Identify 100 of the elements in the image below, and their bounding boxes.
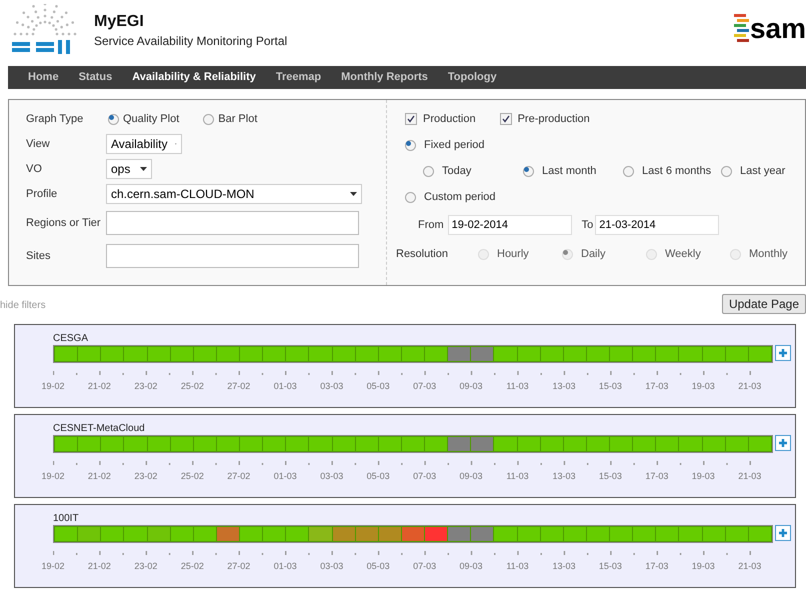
axis-label: 15-03: [598, 380, 622, 393]
view-dropdown[interactable]: Availability: [106, 134, 182, 154]
axis-label: 21-03: [738, 380, 762, 393]
plus-icon: [778, 348, 788, 358]
brand-text: sam: [750, 15, 806, 43]
axis-label: 25-02: [180, 380, 204, 393]
axis-label: 25-02: [180, 560, 204, 573]
radio-button[interactable]: [108, 114, 119, 124]
axis-label: 13-03: [552, 560, 576, 573]
checkbox-label: Production: [423, 112, 476, 127]
axis-label: 17-03: [645, 560, 668, 573]
radio-label: Hourly: [497, 246, 529, 262]
field-label: View: [26, 136, 51, 152]
regions-input-field[interactable]: [106, 211, 359, 235]
axis-label: 11-03: [506, 470, 529, 483]
axis-label: 19-03: [692, 560, 715, 573]
axis-label: 21-02: [88, 560, 111, 573]
field-label: VO: [26, 162, 43, 177]
axis-label: 17-03: [645, 470, 668, 483]
checkmark-icon: [407, 115, 415, 123]
caret-icon: [140, 167, 147, 171]
axis-label: 15-03: [598, 560, 622, 573]
radio-label: Daily: [581, 246, 606, 262]
axis-label: 09-03: [460, 470, 483, 483]
radio-label: Fixed period: [424, 138, 485, 153]
axis-label: 21-03: [738, 560, 762, 573]
radio-label: Bar Plot: [218, 112, 258, 127]
nav-tab[interactable]: Monthly Reports: [341, 69, 428, 86]
checkbox[interactable]: [405, 113, 417, 125]
nav-tab[interactable]: Home: [28, 69, 59, 86]
checkbox[interactable]: [500, 113, 512, 125]
field-label: To: [582, 218, 594, 233]
radio-label: Weekly: [665, 246, 701, 262]
axis-label: 21-02: [88, 380, 111, 393]
radio-button[interactable]: [623, 166, 634, 176]
axis-label: 19-02: [41, 470, 65, 483]
axis-label: 05-03: [366, 560, 390, 573]
axis-label: 21-03: [738, 470, 762, 483]
axis-label: 19-03: [692, 470, 715, 483]
plus-icon: [778, 528, 788, 538]
to-date-field[interactable]: 21-03-2014: [595, 215, 720, 235]
axis-label: 03-03: [320, 560, 344, 573]
radio-button[interactable]: [423, 166, 434, 176]
axis-label: 17-03: [645, 380, 668, 393]
checkmark-icon: [502, 115, 510, 123]
radio-label: Last year: [740, 164, 786, 179]
expand-button[interactable]: [775, 435, 791, 451]
nav-tab[interactable]: Availability & Reliability: [132, 69, 256, 86]
radio-button[interactable]: [523, 166, 534, 176]
axis-label: 05-03: [366, 470, 390, 483]
field-label: Sites: [26, 248, 52, 264]
radio-button[interactable]: [203, 114, 214, 124]
nav-tab[interactable]: Treemap: [276, 69, 322, 86]
axis-label: 07-03: [413, 470, 436, 483]
field-label: Graph Type: [26, 112, 84, 127]
field-label: Resolution: [396, 246, 449, 262]
vo-dropdown[interactable]: ops: [106, 159, 152, 179]
radio-button[interactable]: [721, 166, 732, 176]
caret-icon: [350, 192, 357, 196]
axis-label: 01-03: [274, 560, 297, 573]
axis-label: 23-02: [134, 380, 158, 393]
nav-tab[interactable]: Topology: [448, 69, 497, 86]
checkbox-label: Pre-production: [518, 112, 590, 127]
profile-dropdown[interactable]: ch.cern.sam-CLOUD-MON: [106, 184, 362, 204]
radio-label: Last month: [542, 164, 596, 179]
axis-label: 01-03: [274, 470, 297, 483]
axis-label: 01-03: [274, 380, 297, 393]
radio-label: Custom period: [424, 190, 496, 205]
radio-button[interactable]: [405, 192, 416, 202]
radio-label: Last 6 months: [642, 164, 712, 179]
axis-label: 21-02: [88, 470, 111, 483]
nav-tab[interactable]: Status: [78, 69, 112, 86]
axis-label: 03-03: [320, 470, 344, 483]
expand-button[interactable]: [775, 345, 791, 361]
axis-label: 19-02: [41, 560, 65, 573]
plus-icon: [778, 438, 788, 448]
update-page-button[interactable]: Update Page: [722, 294, 806, 314]
axis-label: 27-02: [227, 380, 250, 393]
axis-label: 23-02: [134, 560, 158, 573]
field-label: From: [418, 218, 444, 233]
axis-label: 23-02: [134, 470, 158, 483]
axis-label: 19-03: [692, 380, 715, 393]
from-date-field[interactable]: 19-02-2014: [448, 215, 572, 235]
site-name: CESNET-MetaCloud: [53, 422, 146, 435]
axis-label: 27-02: [227, 470, 250, 483]
radio-label: Quality Plot: [123, 112, 180, 127]
site-name: CESGA: [53, 332, 90, 345]
radio-button[interactable]: [405, 140, 416, 150]
sites-input-field[interactable]: [106, 244, 359, 268]
axis-label: 11-03: [506, 560, 529, 573]
field-label: Profile: [26, 186, 58, 202]
radio-label: Today: [442, 164, 472, 179]
site-title: MyEGI: [94, 12, 145, 32]
axis-label: 27-02: [227, 560, 250, 573]
expand-button[interactable]: [775, 525, 791, 541]
axis-label: 07-03: [413, 380, 436, 393]
axis-label: 05-03: [366, 380, 390, 393]
axis-label: 11-03: [506, 380, 529, 393]
site-subtitle: Service Availability Monitoring Portal: [94, 33, 288, 50]
axis-label: 09-03: [460, 380, 483, 393]
